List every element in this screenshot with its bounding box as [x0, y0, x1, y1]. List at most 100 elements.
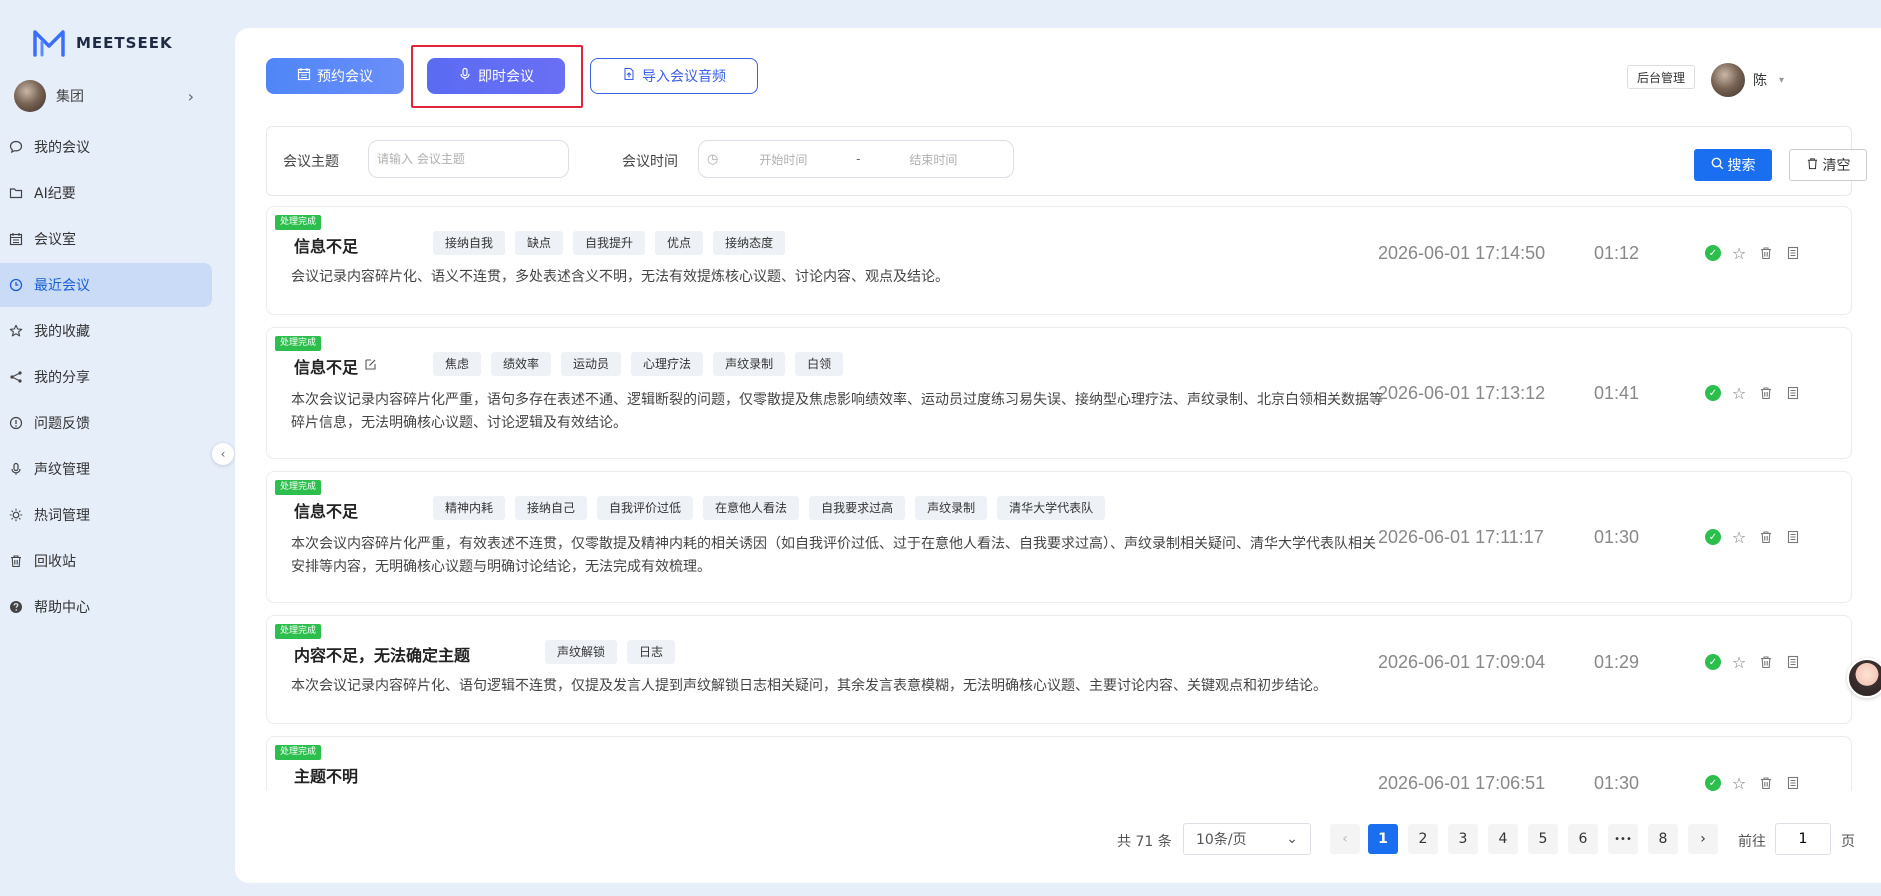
sidebar-item-voiceprint[interactable]: 声纹管理: [0, 447, 212, 491]
trash-icon[interactable]: [1757, 384, 1775, 402]
status-badge: 处理完成: [275, 624, 322, 639]
document-icon[interactable]: [1784, 244, 1802, 262]
page-button-8[interactable]: 8: [1648, 824, 1678, 854]
sidebar-item-label: AI纪要: [34, 186, 76, 202]
tag-list: 接纳自我 缺点 自我提升 优点 接纳态度: [433, 231, 786, 255]
edit-icon[interactable]: [364, 358, 377, 375]
sidebar-item-meeting-room[interactable]: 会议室: [0, 217, 212, 261]
sidebar-item-ai-minutes[interactable]: AI纪要: [0, 171, 212, 215]
page-button-4[interactable]: 4: [1488, 824, 1518, 854]
tag[interactable]: 接纳自己: [515, 496, 588, 520]
page-button-5[interactable]: 5: [1528, 824, 1558, 854]
tag[interactable]: 接纳自我: [433, 231, 506, 255]
date-range-picker[interactable]: ◷ 开始时间 - 结束时间: [698, 140, 1014, 178]
admin-button[interactable]: 后台管理: [1627, 65, 1696, 89]
tag[interactable]: 自我要求过高: [809, 496, 906, 520]
tag[interactable]: 白领: [795, 352, 844, 376]
tag[interactable]: 心理疗法: [631, 352, 704, 376]
page-size-select[interactable]: 10条/页 ⌄: [1183, 823, 1311, 855]
clock-icon: [8, 277, 24, 293]
document-icon[interactable]: [1784, 653, 1802, 671]
document-icon[interactable]: [1784, 528, 1802, 546]
sidebar-item-my-shares[interactable]: 我的分享: [0, 355, 212, 399]
tag[interactable]: 精神内耗: [433, 496, 506, 520]
page-button-6[interactable]: 6: [1568, 824, 1598, 854]
search-button[interactable]: 搜索: [1694, 149, 1772, 181]
meeting-title[interactable]: 信息不足: [294, 233, 358, 257]
sidebar-item-hotwords[interactable]: 热词管理: [0, 493, 212, 537]
prev-page-button[interactable]: ‹: [1330, 824, 1360, 854]
org-switcher[interactable]: 集团 ›: [14, 80, 194, 112]
goto-page-input[interactable]: [1776, 831, 1830, 847]
trash-icon[interactable]: [1757, 528, 1775, 546]
meeting-card[interactable]: 处理完成 信息不足 精神内耗 接纳自己 自我评价过低 在意他人看法 自我要求过高…: [266, 471, 1852, 603]
meeting-title[interactable]: 信息不足: [294, 498, 358, 522]
tag-list: 声纹解锁 日志: [545, 640, 676, 664]
meeting-title[interactable]: 内容不足，无法确定主题: [294, 642, 470, 666]
tag[interactable]: 绩效率: [491, 352, 552, 376]
meeting-card[interactable]: 处理完成 信息不足 接纳自我 缺点 自我提升 优点 接纳态度 会议记录内容碎片化…: [266, 206, 1852, 315]
row-actions: ✓ ☆: [1705, 244, 1802, 263]
page-button-2[interactable]: 2: [1408, 824, 1438, 854]
tag[interactable]: 声纹录制: [713, 352, 786, 376]
page-button-1[interactable]: 1: [1368, 824, 1398, 854]
star-icon[interactable]: ☆: [1730, 384, 1748, 403]
tag[interactable]: 运动员: [561, 352, 622, 376]
star-icon[interactable]: ☆: [1730, 528, 1748, 547]
star-icon: [8, 323, 24, 339]
total-count: 共 71 条: [1117, 834, 1172, 850]
row-actions: ✓ ☆: [1705, 528, 1802, 547]
book-meeting-button[interactable]: 预约会议: [266, 58, 404, 94]
org-avatar: [14, 80, 46, 112]
tag[interactable]: 优点: [655, 231, 704, 255]
tag[interactable]: 清华大学代表队: [997, 496, 1106, 520]
start-time-input[interactable]: 开始时间: [728, 151, 838, 168]
meeting-card[interactable]: 处理完成 信息不足 焦虑 绩效率 运动员 心理疗法 声纹录制 白领 本次会议记录…: [266, 327, 1852, 459]
tag[interactable]: 在意他人看法: [703, 496, 800, 520]
sidebar-item-recycle-bin[interactable]: 回收站: [0, 539, 212, 583]
sidebar-item-label: 我的分享: [34, 370, 90, 386]
star-icon[interactable]: ☆: [1730, 244, 1748, 263]
document-icon[interactable]: [1784, 384, 1802, 402]
tag[interactable]: 自我评价过低: [597, 496, 694, 520]
sidebar-item-label: 帮助中心: [34, 600, 90, 616]
user-menu[interactable]: 陈 ▾: [1711, 63, 1784, 97]
page-button-3[interactable]: 3: [1448, 824, 1478, 854]
trash-icon: [1806, 157, 1819, 174]
collapse-sidebar-button[interactable]: ‹: [212, 443, 234, 465]
trash-icon[interactable]: [1757, 244, 1775, 262]
next-page-button[interactable]: ›: [1688, 824, 1718, 854]
tag[interactable]: 声纹录制: [915, 496, 988, 520]
page-ellipsis-button[interactable]: •••: [1608, 824, 1638, 854]
meeting-card[interactable]: 处理完成 主题不明 2026-06-01 17:06:51 01:30 ✓ ☆: [266, 736, 1852, 791]
star-icon[interactable]: ☆: [1730, 653, 1748, 672]
tag[interactable]: 日志: [627, 640, 676, 664]
meeting-title[interactable]: 主题不明: [294, 763, 358, 787]
trash-icon[interactable]: [1757, 653, 1775, 671]
tag[interactable]: 接纳态度: [713, 231, 786, 255]
instant-meeting-button[interactable]: 即时会议: [427, 58, 565, 94]
topic-input[interactable]: [377, 152, 568, 166]
topic-label: 会议主题: [283, 154, 339, 170]
star-icon[interactable]: ☆: [1730, 774, 1748, 792]
sidebar-item-feedback[interactable]: 问题反馈: [0, 401, 212, 445]
clear-button[interactable]: 清空: [1789, 149, 1867, 181]
import-audio-button[interactable]: 导入会议音频: [590, 58, 758, 94]
tag[interactable]: 缺点: [515, 231, 564, 255]
org-name: 集团: [56, 89, 84, 105]
sidebar-item-recent-meetings[interactable]: 最近会议: [0, 263, 212, 307]
filter-bar: 会议主题 会议时间 ◷ 开始时间 - 结束时间 搜索 清空: [266, 126, 1867, 196]
brand-logo[interactable]: MEETSEEK: [32, 28, 173, 58]
document-icon[interactable]: [1784, 774, 1802, 791]
tag[interactable]: 自我提升: [573, 231, 646, 255]
tag[interactable]: 焦虑: [433, 352, 482, 376]
tag[interactable]: 声纹解锁: [545, 640, 618, 664]
assistant-avatar-button[interactable]: [1847, 658, 1881, 698]
trash-icon[interactable]: [1757, 774, 1775, 791]
sidebar-item-favorites[interactable]: 我的收藏: [0, 309, 212, 353]
meeting-card[interactable]: 处理完成 内容不足，无法确定主题 声纹解锁 日志 本次会议记录内容碎片化、语句逻…: [266, 615, 1852, 724]
sidebar-item-my-meetings[interactable]: 我的会议: [0, 125, 212, 169]
meeting-title[interactable]: 信息不足: [294, 354, 377, 378]
sidebar-item-help[interactable]: 帮助中心: [0, 585, 212, 629]
end-time-input[interactable]: 结束时间: [878, 151, 988, 168]
